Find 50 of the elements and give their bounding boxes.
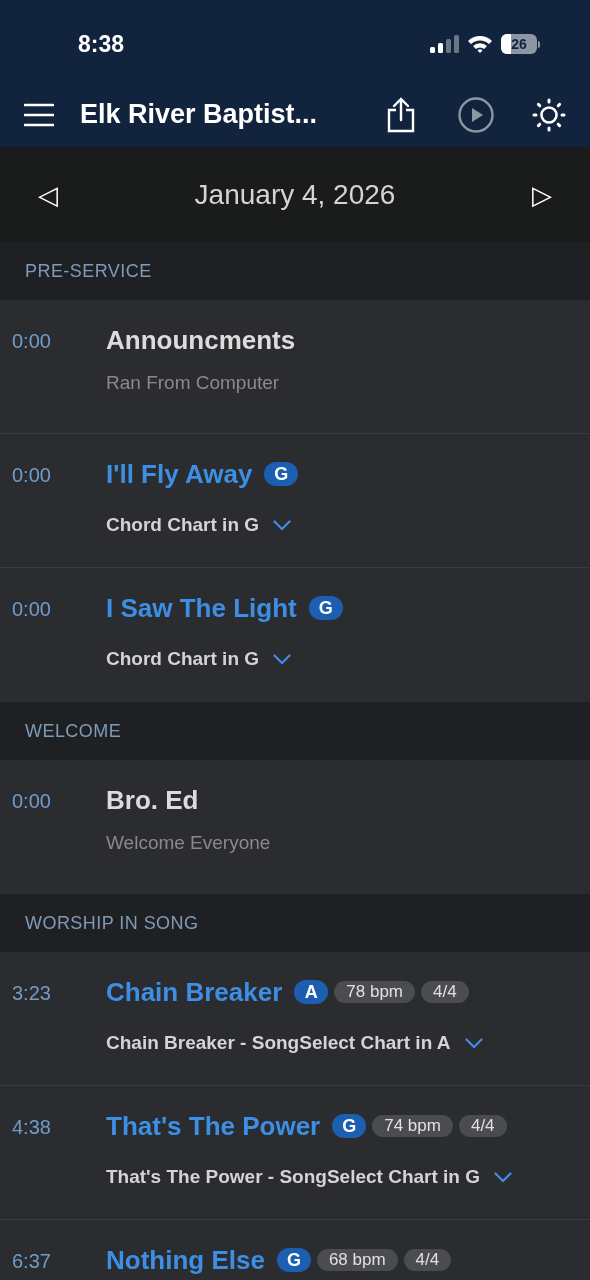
key-badge: G	[264, 462, 299, 486]
key-badge: G	[308, 596, 343, 620]
tempo-badge: 68 bpm	[316, 1249, 398, 1271]
item-title: Announcments	[106, 323, 296, 357]
item-time: 6:37	[11, 1249, 52, 1274]
item-subtitle: That's The Power - SongSelect Chart in G	[106, 1165, 481, 1189]
item-subtitle: Chain Breaker - SongSelect Chart in A	[106, 1031, 451, 1055]
item-title: Bro. Ed	[106, 783, 199, 817]
share-icon[interactable]	[386, 96, 416, 133]
item-time: 3:23	[11, 981, 52, 1006]
key-badge: G	[332, 1114, 367, 1138]
item-title[interactable]: Nothing Else	[106, 1240, 265, 1280]
service-date: January 4, 2026	[194, 177, 396, 212]
tempo-badge: 78 bpm	[334, 981, 415, 1003]
chevron-down-icon[interactable]	[273, 519, 292, 531]
signal-icon	[429, 34, 459, 54]
meter-badge: 4/4	[458, 1115, 507, 1137]
section-title: WORSHIP IN SONG	[25, 911, 199, 935]
battery-icon: 26	[501, 34, 540, 54]
play-icon[interactable]	[458, 96, 494, 133]
item-subtitle: Chord Chart in G	[106, 513, 260, 537]
chevron-down-icon[interactable]	[464, 1037, 483, 1049]
item-title[interactable]: I Saw The Light	[106, 588, 297, 628]
chevron-down-icon[interactable]	[494, 1171, 513, 1183]
brightness-icon[interactable]	[532, 97, 566, 132]
next-date-button[interactable]: ▷	[532, 181, 552, 208]
item-time: 0:00	[11, 463, 52, 488]
item-subtitle: Chord Chart in G	[106, 647, 260, 671]
status-time: 8:38	[78, 29, 125, 59]
key-badge: A	[294, 980, 329, 1004]
menu-icon[interactable]	[24, 102, 54, 127]
item-time: 0:00	[11, 329, 52, 354]
section-title: WELCOME	[25, 719, 122, 743]
item-title[interactable]: That's The Power	[106, 1106, 321, 1146]
key-badge: G	[276, 1248, 311, 1272]
nav-title: Elk River Baptist...	[80, 98, 318, 132]
section-title: PRE-SERVICE	[25, 259, 152, 283]
item-time: 4:38	[11, 1115, 52, 1140]
item-title[interactable]: Chain Breaker	[106, 972, 283, 1012]
meter-badge: 4/4	[421, 981, 469, 1003]
previous-date-button[interactable]: ◁	[38, 181, 58, 208]
meter-badge: 4/4	[403, 1249, 452, 1271]
tempo-badge: 74 bpm	[372, 1115, 453, 1137]
wifi-icon	[467, 34, 493, 54]
item-subtitle: Ran From Computer	[106, 371, 280, 395]
item-title[interactable]: I'll Fly Away	[106, 454, 253, 494]
item-time: 0:00	[11, 789, 52, 814]
item-time: 0:00	[11, 597, 52, 622]
chevron-down-icon[interactable]	[273, 653, 292, 665]
item-subtitle: Welcome Everyone	[106, 831, 271, 855]
